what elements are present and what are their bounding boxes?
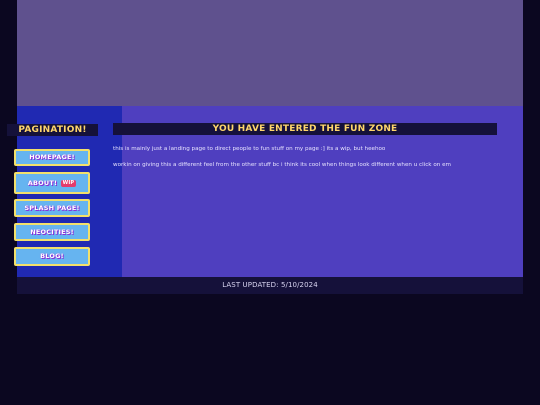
intro-paragraph: this is mainly just a landing page to di… bbox=[113, 146, 386, 152]
footer-last-updated: LAST UPDATED: 5/10/2024 bbox=[17, 277, 523, 294]
nav-button-about[interactable]: ABOUT! WIP bbox=[14, 172, 90, 194]
nav-button-splash-page[interactable]: SPLASH PAGE! bbox=[14, 199, 90, 217]
wip-badge: WIP bbox=[60, 179, 77, 187]
main-title: YOU HAVE ENTERED THE FUN ZONE bbox=[113, 123, 497, 135]
nav-button-label: NEOCITIES! bbox=[30, 228, 74, 236]
header-banner bbox=[17, 0, 523, 106]
sidebar-title: PAGINATION! bbox=[7, 124, 98, 136]
nav-button-label: HOMEPAGE! bbox=[29, 153, 75, 161]
nav-button-label: BLOG! bbox=[40, 252, 64, 260]
intro-paragraph: workin on giving this a different feel f… bbox=[113, 162, 451, 168]
nav-button-homepage[interactable]: HOMEPAGE! bbox=[14, 149, 90, 166]
nav-button-label: ABOUT! bbox=[27, 179, 58, 187]
nav-button-label: SPLASH PAGE! bbox=[24, 204, 80, 212]
nav-button-neocities[interactable]: NEOCITIES! bbox=[14, 223, 90, 241]
nav-button-blog[interactable]: BLOG! bbox=[14, 247, 90, 266]
